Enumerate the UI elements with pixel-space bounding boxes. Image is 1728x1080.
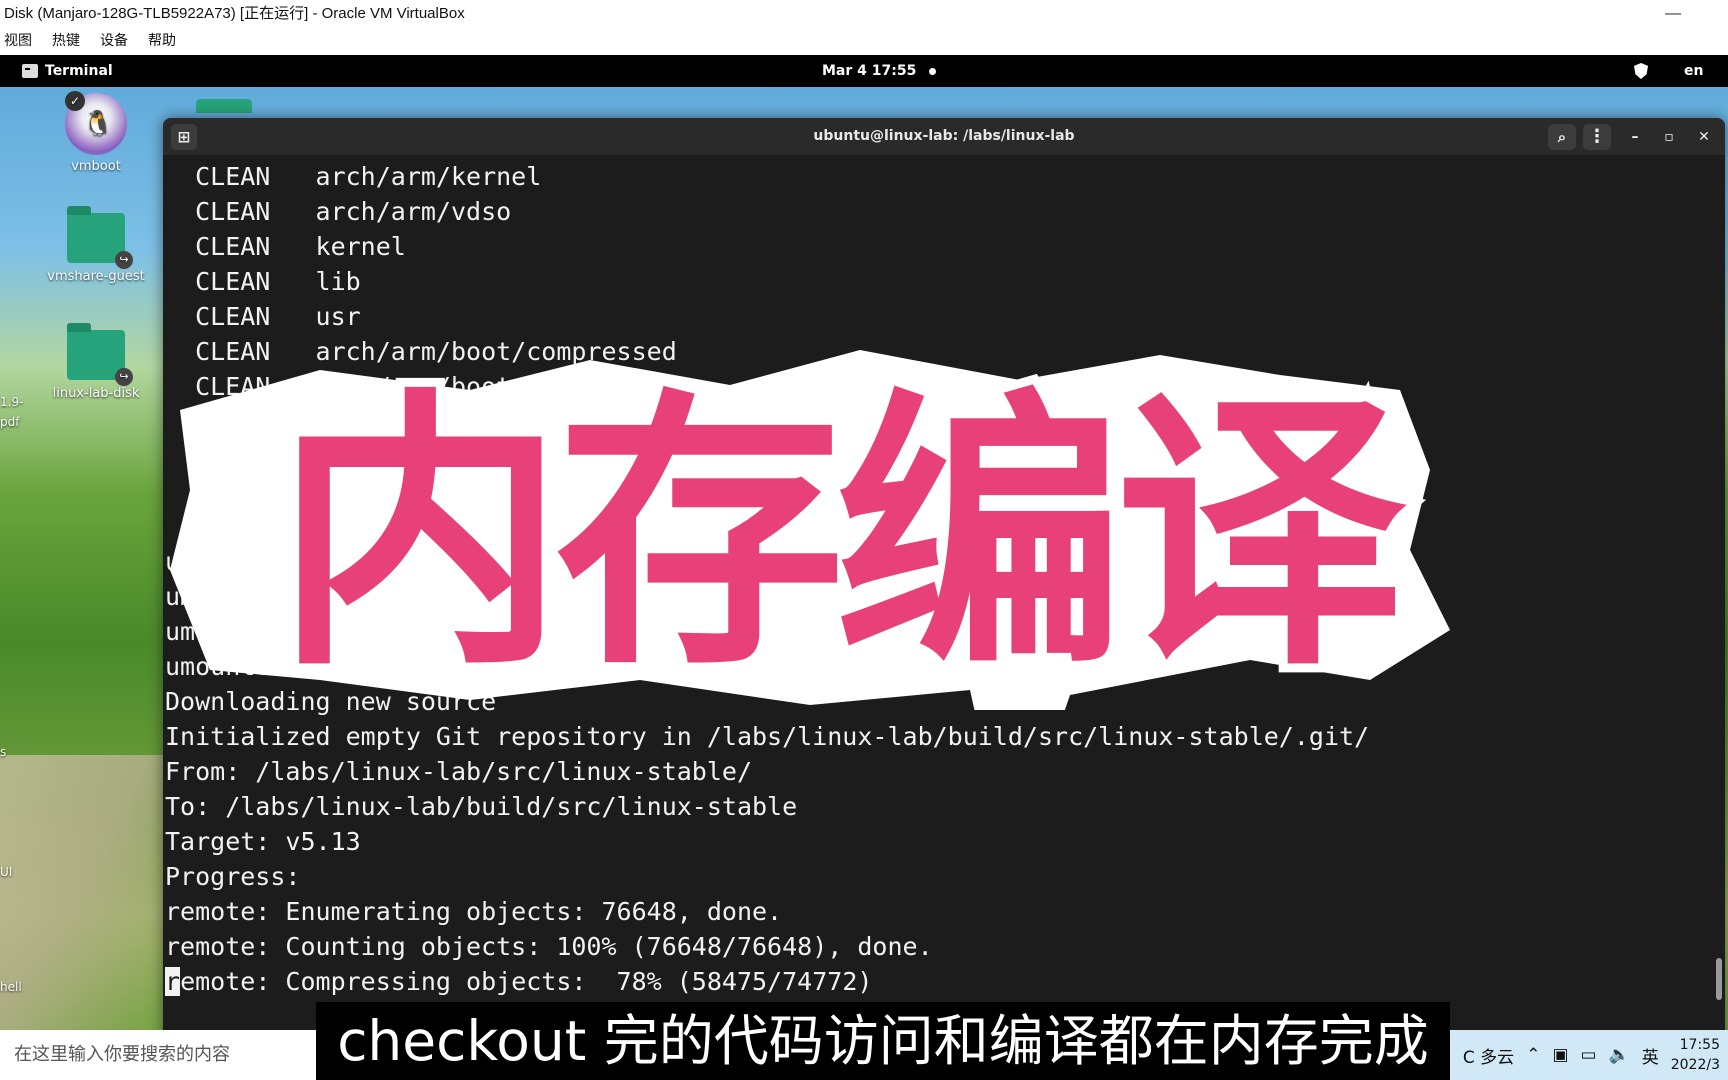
terminal-cursor: r bbox=[165, 967, 181, 996]
kebab-menu-icon[interactable]: ⋮ bbox=[1583, 124, 1611, 150]
weather-status[interactable]: C 多云 bbox=[1463, 1043, 1514, 1068]
video-subtitle: checkout 完的代码访问和编译都在内存完成 bbox=[316, 1002, 1450, 1080]
terminal-icon bbox=[22, 64, 38, 78]
chevron-up-icon[interactable]: ⌃ bbox=[1526, 1045, 1540, 1065]
system-tray: C 多云 ⌃ ▣ ▭ 🔈 英 17:55 2022/3 bbox=[1463, 1030, 1728, 1080]
share-icon: ↪ bbox=[115, 368, 133, 386]
shield-icon[interactable] bbox=[1634, 63, 1648, 79]
menu-hotkeys[interactable]: 热键 bbox=[48, 28, 88, 55]
check-icon: ✓ bbox=[65, 91, 85, 111]
volume-icon[interactable]: 🔈 bbox=[1609, 1045, 1630, 1065]
close-icon[interactable]: ✕ bbox=[1691, 124, 1717, 150]
desktop-icon-label: linux-lab-disk bbox=[52, 386, 140, 401]
window-titlebar: Disk (Manjaro-128G-TLB5922A73) [正在运行] - … bbox=[0, 0, 1728, 28]
terminal-scrollbar[interactable] bbox=[1716, 958, 1722, 1000]
taskbar-clock[interactable]: 17:55 2022/3 bbox=[1671, 1035, 1720, 1075]
terminal-line: CLEAN usr bbox=[165, 302, 361, 331]
desktop-icon-vmboot[interactable]: ✓ vmboot bbox=[36, 91, 156, 174]
terminal-line: From: /labs/linux-lab/src/linux-stable/ bbox=[165, 757, 752, 786]
menu-bar: 视图 热键 设备 帮助 bbox=[0, 28, 1728, 55]
share-icon: ↪ bbox=[115, 251, 133, 269]
terminal-line-last: remote: Compressing objects: 78% (58475/… bbox=[165, 964, 1705, 999]
terminal-line: remote: Counting objects: 100% (76648/76… bbox=[165, 932, 933, 961]
terminal-line: Progress: bbox=[165, 862, 301, 891]
desktop-edge-label: s bbox=[0, 745, 7, 759]
panel-language[interactable]: en bbox=[1684, 55, 1703, 87]
desktop-edge-label: hell bbox=[0, 980, 22, 994]
desktop-edge-label: pdf bbox=[0, 415, 20, 429]
terminal-line: CLEAN lib bbox=[165, 267, 361, 296]
terminal-line: remote: Enumerating objects: 76648, done… bbox=[165, 897, 783, 926]
overlay-title: 内存编译 bbox=[170, 350, 1450, 710]
clock-time: 17:55 bbox=[1679, 1037, 1720, 1053]
top-panel: Terminal Mar 4 17:55 en bbox=[0, 55, 1728, 87]
terminal-title: ubuntu@linux-lab: /labs/linux-lab bbox=[813, 128, 1075, 144]
battery-icon[interactable]: ▭ bbox=[1581, 1045, 1597, 1065]
terminal-line: Target: v5.13 bbox=[165, 827, 361, 856]
ime-indicator[interactable]: 英 bbox=[1642, 1043, 1659, 1068]
menu-view[interactable]: 视图 bbox=[0, 28, 40, 55]
taskbar-search-input[interactable]: 在这里输入你要搜索的内容 bbox=[0, 1030, 316, 1080]
desktop-icon-label: vmshare-guest bbox=[47, 269, 145, 284]
desktop-icon-vmshare-guest[interactable]: ↪ vmshare-guest bbox=[36, 206, 156, 284]
terminal-headerbar: ⊞ ubuntu@linux-lab: /labs/linux-lab ⌕ ⋮ … bbox=[163, 118, 1725, 155]
menu-help[interactable]: 帮助 bbox=[144, 28, 184, 55]
folder-icon: ↪ bbox=[67, 323, 133, 386]
terminal-line: CLEAN arch/arm/kernel bbox=[165, 162, 542, 191]
desktop-icon-label: vmboot bbox=[71, 159, 121, 174]
notification-dot-icon bbox=[929, 68, 936, 75]
folder-icon: ↪ bbox=[67, 206, 133, 269]
terminal-line-text: emote: Compressing objects: 78% (58475/7… bbox=[180, 967, 873, 996]
panel-clock[interactable]: Mar 4 17:55 bbox=[822, 55, 916, 87]
desktop-edge-label: 1.9- bbox=[0, 395, 24, 409]
terminal-line: To: /labs/linux-lab/build/src/linux-stab… bbox=[165, 792, 798, 821]
menu-devices[interactable]: 设备 bbox=[96, 28, 136, 55]
maximize-icon[interactable]: ▫ bbox=[1656, 124, 1682, 150]
minimize-icon[interactable]: – bbox=[1622, 124, 1648, 150]
terminal-line: Initialized empty Git repository in /lab… bbox=[165, 722, 1370, 751]
minimize-icon[interactable]: — bbox=[1658, 0, 1688, 28]
search-icon[interactable]: ⌕ bbox=[1548, 124, 1576, 150]
terminal-line: CLEAN kernel bbox=[165, 232, 406, 261]
folder-icon[interactable] bbox=[196, 99, 252, 113]
terminal-line: CLEAN arch/arm/vdso bbox=[165, 197, 512, 226]
panel-app-name: Terminal bbox=[45, 63, 113, 79]
clock-date: 2022/3 bbox=[1670, 1057, 1720, 1073]
usb-icon[interactable]: ▣ bbox=[1552, 1045, 1568, 1065]
desktop-edge-label: UI bbox=[0, 865, 13, 879]
overlay-title-text: 内存编译 bbox=[275, 367, 1410, 704]
panel-app-menu[interactable]: Terminal bbox=[22, 55, 113, 87]
desktop-icon-linux-lab-disk[interactable]: ↪ linux-lab-disk bbox=[36, 323, 156, 401]
flask-penguin-icon: ✓ bbox=[65, 91, 127, 155]
window-title: Disk (Manjaro-128G-TLB5922A73) [正在运行] - … bbox=[4, 5, 465, 22]
